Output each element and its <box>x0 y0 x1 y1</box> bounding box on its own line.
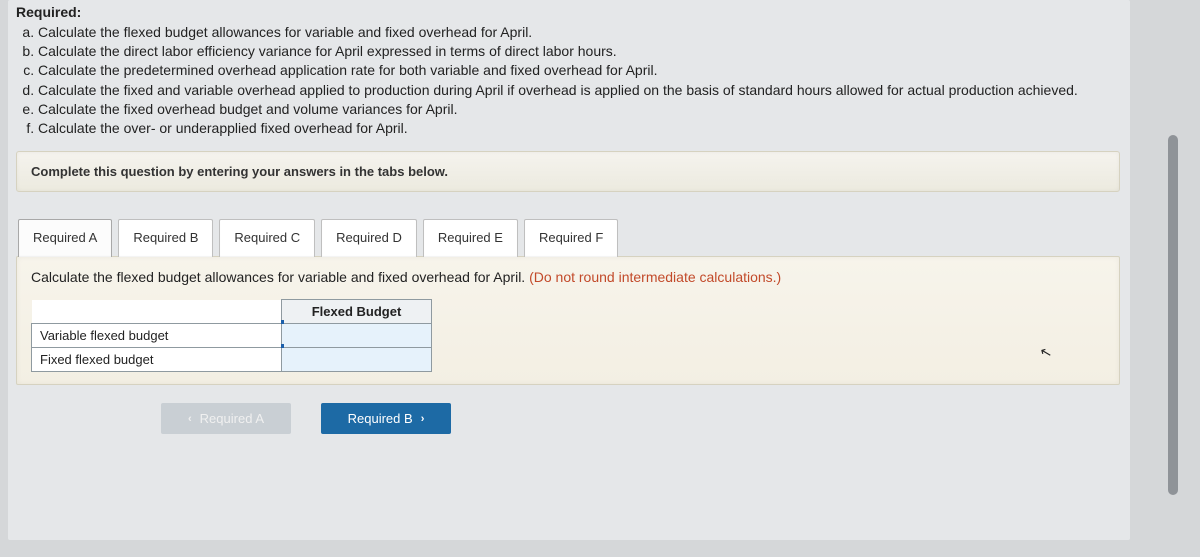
required-item: Calculate the flexed budget allowances f… <box>38 23 1120 41</box>
tab-required-b[interactable]: Required B <box>118 219 213 257</box>
chevron-left-icon: ‹ <box>188 413 192 425</box>
pager: ‹ Required A Required B › <box>76 403 536 434</box>
question-page: Required: Calculate the flexed budget al… <box>8 0 1130 540</box>
row-label-variable: Variable flexed budget <box>32 324 282 348</box>
answer-table: Flexed Budget Variable flexed budget Fix… <box>31 299 432 372</box>
required-item: Calculate the predetermined overhead app… <box>38 61 1120 79</box>
tab-required-a[interactable]: Required A <box>18 219 112 257</box>
required-item: Calculate the fixed and variable overhea… <box>38 81 1120 99</box>
scrollbar-thumb[interactable] <box>1168 135 1178 495</box>
blank-corner <box>32 300 282 324</box>
tab-required-c[interactable]: Required C <box>219 219 315 257</box>
tab-required-f[interactable]: Required F <box>524 219 618 257</box>
required-item: Calculate the direct labor efficiency va… <box>38 42 1120 60</box>
panel-prompt: Calculate the flexed budget allowances f… <box>31 269 1105 285</box>
table-row: Variable flexed budget <box>32 324 432 348</box>
panel-prompt-text: Calculate the flexed budget allowances f… <box>31 269 529 285</box>
table-row: Fixed flexed budget <box>32 348 432 372</box>
next-button-label: Required B <box>348 411 413 426</box>
input-fixed-flexed-budget[interactable] <box>282 348 432 372</box>
col-header-flexed-budget: Flexed Budget <box>282 300 432 324</box>
prev-button-label: Required A <box>200 411 264 426</box>
next-button[interactable]: Required B › <box>321 403 451 434</box>
required-item: Calculate the fixed overhead budget and … <box>38 100 1120 118</box>
tab-required-e[interactable]: Required E <box>423 219 518 257</box>
prev-button: ‹ Required A <box>161 403 291 434</box>
chevron-right-icon: › <box>421 413 425 425</box>
required-list: Calculate the flexed budget allowances f… <box>16 23 1120 137</box>
required-heading: Required: <box>16 4 1120 20</box>
tab-panel: Calculate the flexed budget allowances f… <box>16 256 1120 385</box>
tabs-row: Required A Required B Required C Require… <box>18 218 1120 256</box>
instruction-bar: Complete this question by entering your … <box>16 151 1120 192</box>
panel-prompt-hint: (Do not round intermediate calculations.… <box>529 269 781 285</box>
input-variable-flexed-budget[interactable] <box>282 324 432 348</box>
required-item: Calculate the over- or underapplied fixe… <box>38 119 1120 137</box>
row-label-fixed: Fixed flexed budget <box>32 348 282 372</box>
tab-required-d[interactable]: Required D <box>321 219 417 257</box>
